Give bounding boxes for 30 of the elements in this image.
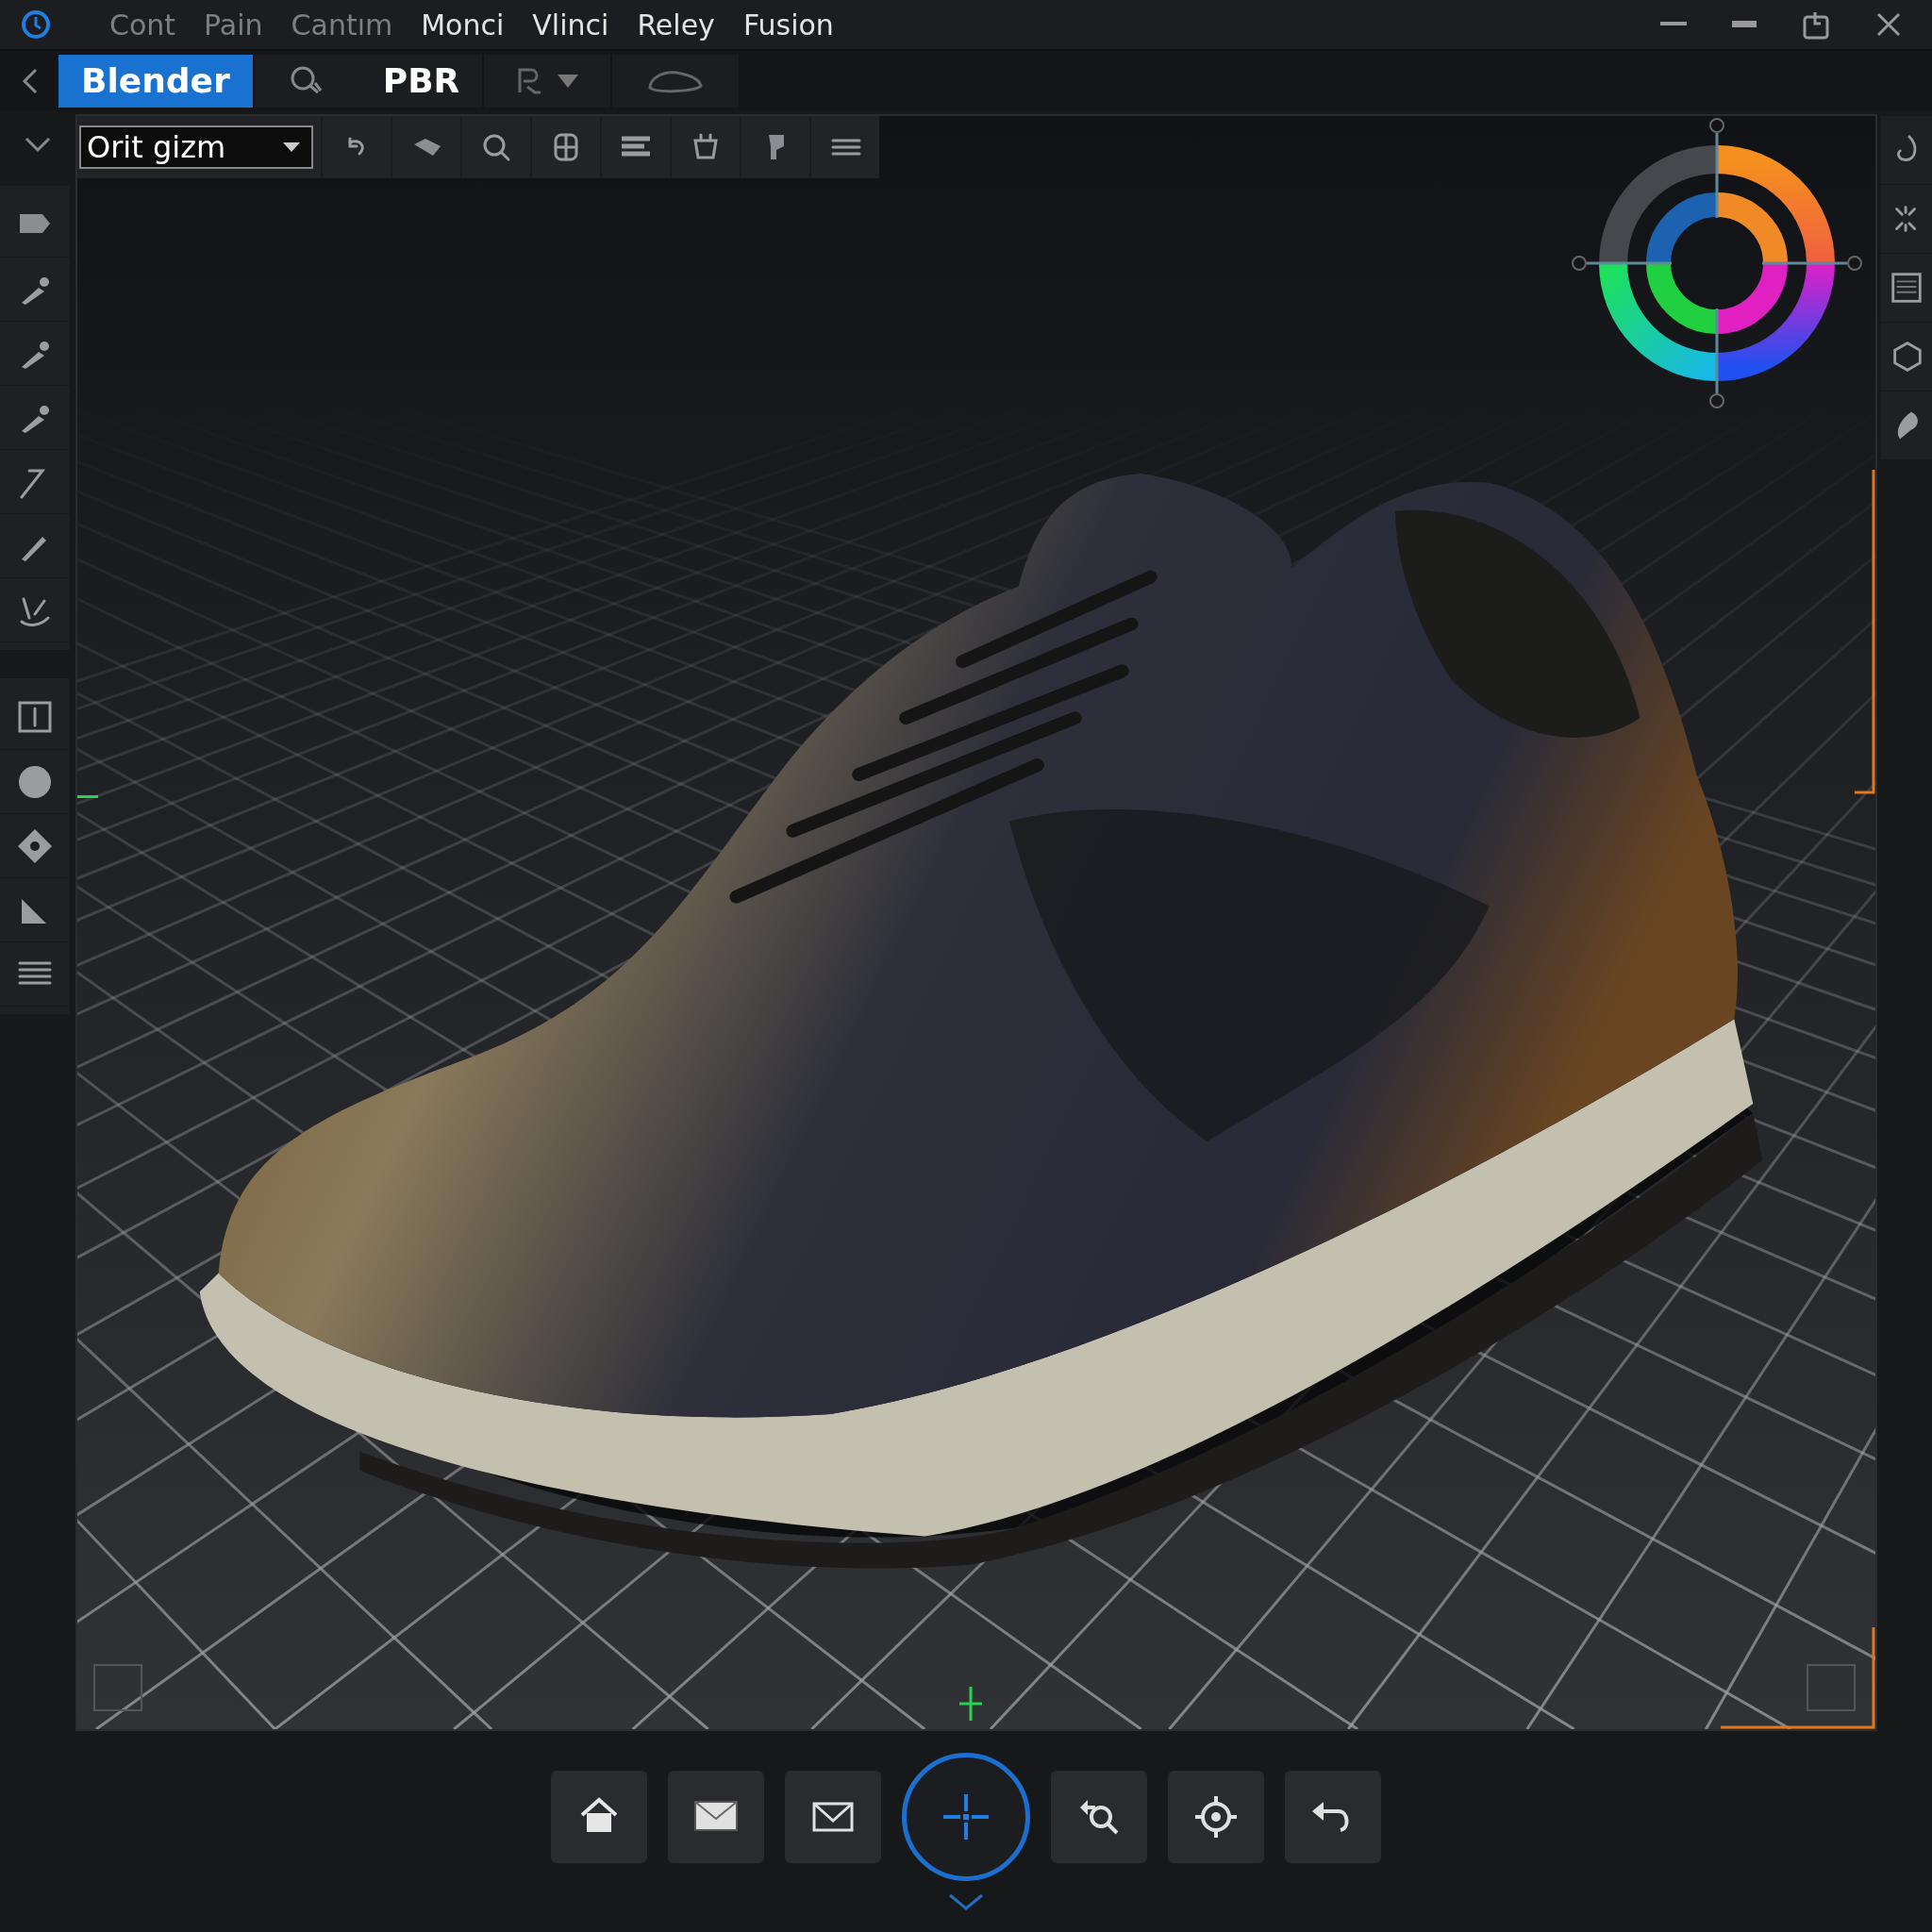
viewport-canvas[interactable]: Orit gizm (75, 114, 1877, 1731)
axis-marker (77, 795, 98, 799)
menu-item[interactable]: Vlinci (532, 8, 609, 42)
dash-icon[interactable] (1732, 21, 1757, 28)
origin-cross-icon (959, 1687, 982, 1721)
nav-tool-button[interactable] (551, 1771, 647, 1863)
tab[interactable]: Blender (58, 54, 253, 108)
menu-item[interactable]: Monci (421, 8, 505, 42)
nav-tool-button[interactable] (1051, 1771, 1147, 1863)
nav-tool-button[interactable] (785, 1771, 881, 1863)
app-logo-icon (19, 8, 53, 42)
chevron-left-icon[interactable] (21, 66, 40, 95)
menu-item[interactable]: Cont (109, 8, 176, 42)
close-icon[interactable] (1875, 11, 1902, 38)
tab[interactable]: PBR (359, 54, 483, 108)
caret-icon[interactable] (558, 74, 579, 88)
corner-square-icon[interactable] (92, 1663, 143, 1712)
mode-dropdown[interactable]: Orit gizm (79, 125, 313, 169)
caret-icon (283, 142, 300, 152)
menu-item[interactable]: Pain (204, 8, 263, 42)
minimize-icon[interactable] (1660, 22, 1687, 27)
restore-icon[interactable] (1802, 9, 1830, 40)
menu-item[interactable]: Fusion (742, 8, 834, 42)
chevron-down-icon[interactable] (24, 136, 52, 153)
menu-item[interactable]: Reley (637, 8, 715, 42)
nav-tool-button[interactable] (1168, 1771, 1264, 1863)
nav-tool-button[interactable] (1285, 1771, 1381, 1863)
menu-item[interactable]: Cantım (291, 8, 393, 42)
chevron-down-icon[interactable] (947, 1892, 985, 1911)
nav-tool-button[interactable] (668, 1771, 764, 1863)
